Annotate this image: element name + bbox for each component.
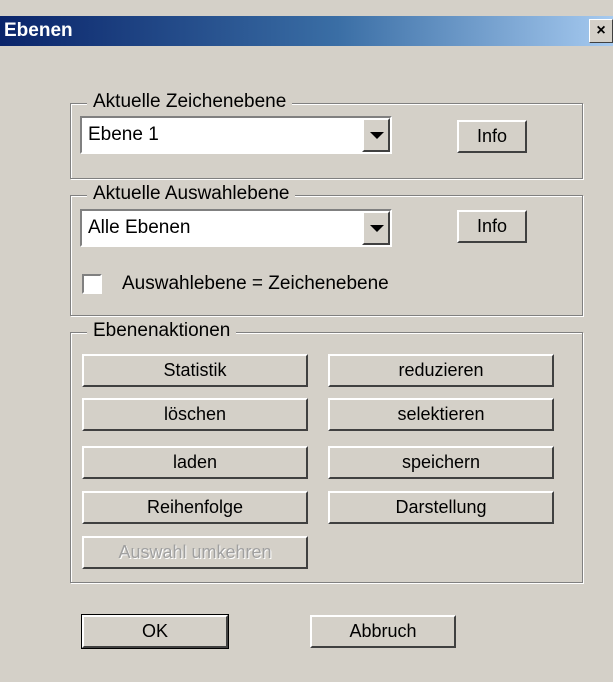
drawing-layer-group-label: Aktuelle Zeichenebene bbox=[87, 91, 293, 113]
window-title: Ebenen bbox=[4, 20, 73, 41]
loeschen-button[interactable]: löschen bbox=[82, 398, 308, 431]
drawing-layer-select[interactable]: Ebene 1 bbox=[80, 116, 392, 154]
title-bar[interactable]: Ebenen bbox=[0, 16, 613, 46]
close-icon: × bbox=[596, 22, 606, 39]
reihenfolge-button[interactable]: Reihenfolge bbox=[82, 491, 308, 524]
selection-equals-drawing-checkbox[interactable] bbox=[82, 274, 102, 294]
selection-layer-group-label: Aktuelle Auswahlebene bbox=[87, 183, 296, 205]
speichern-button[interactable]: speichern bbox=[328, 446, 554, 479]
auswahl-umkehren-button[interactable]: Auswahl umkehren bbox=[82, 536, 308, 569]
darstellung-button[interactable]: Darstellung bbox=[328, 491, 554, 524]
selection-layer-value: Alle Ebenen bbox=[88, 217, 191, 238]
layer-actions-group-label: Ebenenaktionen bbox=[87, 320, 237, 342]
chevron-down-icon[interactable] bbox=[362, 211, 390, 245]
reduzieren-button[interactable]: reduzieren bbox=[328, 354, 554, 387]
drawing-layer-value: Ebene 1 bbox=[88, 124, 159, 145]
selection-layer-select[interactable]: Alle Ebenen bbox=[80, 209, 392, 247]
laden-button[interactable]: laden bbox=[82, 446, 308, 479]
cancel-button[interactable]: Abbruch bbox=[310, 615, 456, 648]
chevron-down-icon[interactable] bbox=[362, 118, 390, 152]
ok-button[interactable]: OK bbox=[81, 614, 229, 649]
selektieren-button[interactable]: selektieren bbox=[328, 398, 554, 431]
layers-dialog: Ebenen × Aktuelle Zeichenebene Ebene 1 I… bbox=[0, 0, 613, 682]
selection-equals-drawing-label: Auswahlebene = Zeichenebene bbox=[122, 273, 389, 294]
statistik-button[interactable]: Statistik bbox=[82, 354, 308, 387]
close-button[interactable]: × bbox=[589, 19, 613, 43]
selection-layer-info-button[interactable]: Info bbox=[457, 210, 527, 243]
drawing-layer-info-button[interactable]: Info bbox=[457, 120, 527, 153]
